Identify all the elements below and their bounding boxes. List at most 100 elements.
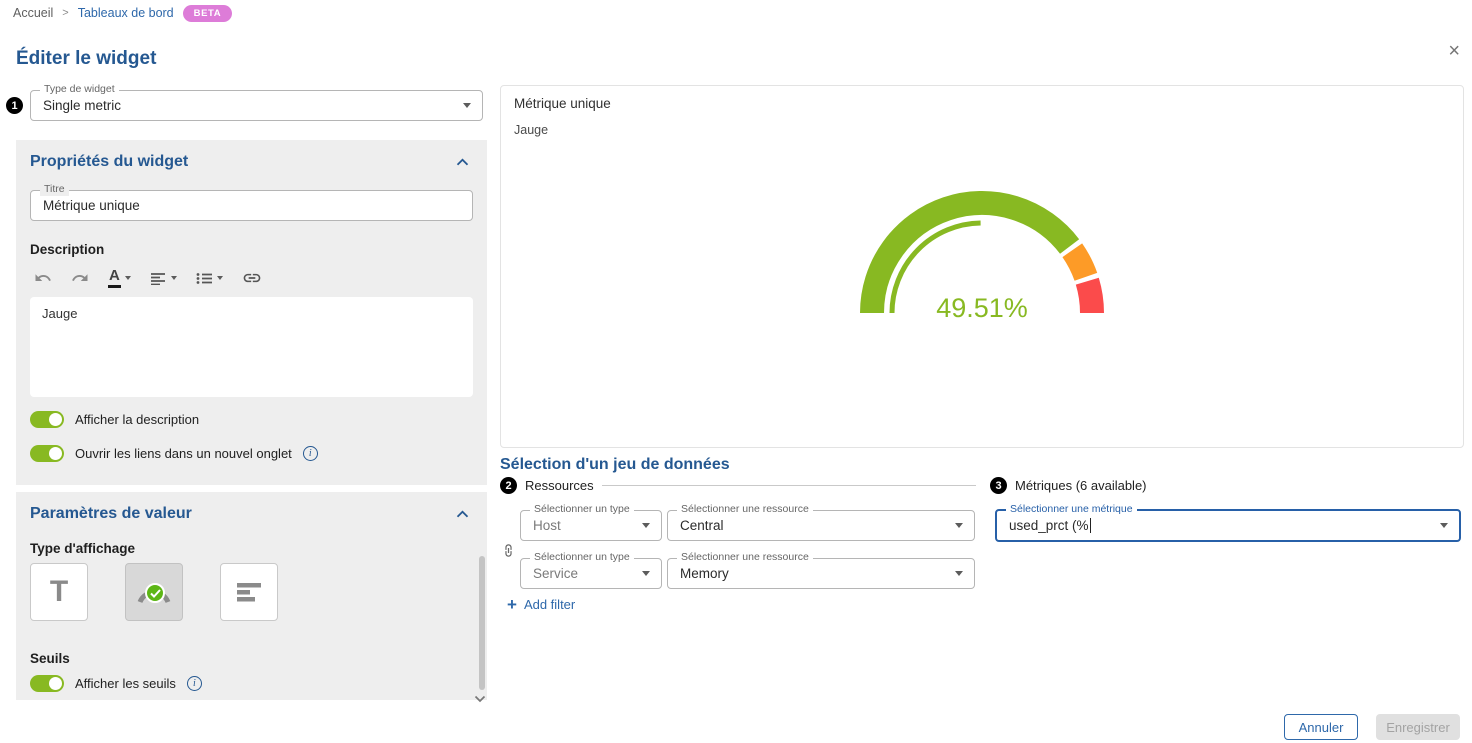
text-cursor — [1090, 518, 1092, 533]
show-description-row: Afficher la description — [30, 411, 473, 428]
info-icon[interactable]: i — [187, 676, 202, 691]
info-icon[interactable]: i — [303, 446, 318, 461]
breadcrumb: Accueil > Tableaux de bord BETA — [0, 0, 1472, 26]
chevron-down-icon — [955, 571, 963, 576]
metric-select-value: used_prct (% — [997, 518, 1440, 534]
close-icon[interactable]: × — [1448, 41, 1460, 61]
selected-check-icon — [145, 583, 165, 603]
chevron-down-icon — [955, 523, 963, 528]
breadcrumb-dashboards-link[interactable]: Tableaux de bord — [78, 6, 174, 20]
scrollbar-thumb[interactable] — [479, 556, 485, 690]
chevron-up-icon — [456, 158, 469, 166]
resource-type-label-1: Sélectionner un type — [530, 504, 634, 516]
save-button[interactable]: Enregistrer — [1376, 714, 1460, 740]
open-links-toggle[interactable] — [30, 445, 64, 462]
properties-section-title: Propriétés du widget — [30, 153, 188, 171]
resources-label: Ressources — [525, 478, 594, 493]
gauge-zone-critical — [1087, 281, 1092, 313]
scroll-down-icon[interactable] — [474, 690, 486, 708]
value-settings-section-head: Paramètres de valeur — [30, 504, 473, 524]
preview-subtitle: Jauge — [514, 123, 548, 137]
add-filter-button[interactable]: + Add filter — [507, 596, 575, 613]
resource-type-select-2[interactable]: Sélectionner un type Service — [520, 558, 662, 589]
beta-badge: BETA — [183, 5, 233, 22]
title-input-value: Métrique unique — [31, 198, 140, 213]
title-input[interactable]: Titre Métrique unique — [30, 190, 473, 221]
align-button[interactable] — [150, 272, 177, 285]
link-icon — [242, 268, 262, 288]
resource-type-select-1[interactable]: Sélectionner un type Host — [520, 510, 662, 541]
description-label: Description — [30, 242, 473, 257]
resource-type-value-1: Host — [521, 518, 642, 533]
redo-button[interactable] — [71, 269, 89, 287]
step-3-badge: 3 — [990, 477, 1007, 494]
metrics-label: Métriques (6 available) — [1015, 478, 1147, 493]
chevron-down-icon — [217, 276, 223, 280]
show-thresholds-row: Afficher les seuils i — [30, 675, 473, 692]
chevron-down-icon — [642, 571, 650, 576]
metric-select-label: Sélectionner une métrique — [1006, 504, 1137, 516]
open-links-label: Ouvrir les liens dans un nouvel onglet — [75, 446, 292, 461]
link-button[interactable] — [242, 268, 262, 288]
gauge-value-text: 49.51% — [936, 293, 1028, 323]
display-type-gauge-button[interactable] — [125, 563, 183, 621]
dataset-section-title: Sélection d'un jeu de données — [500, 456, 730, 474]
chevron-down-icon — [642, 523, 650, 528]
resource-value-2: Memory — [668, 566, 955, 581]
display-type-text-button[interactable]: T — [30, 563, 88, 621]
widget-type-value: Single metric — [31, 98, 463, 113]
show-thresholds-toggle[interactable] — [30, 675, 64, 692]
chevron-down-icon — [125, 276, 131, 280]
open-links-row: Ouvrir les liens dans un nouvel onglet i — [30, 445, 473, 462]
metrics-subhead: 3 Métriques (6 available) — [990, 477, 1147, 494]
display-type-bar-button[interactable] — [220, 563, 278, 621]
value-settings-panel: Paramètres de valeur Type d'affichage T — [16, 492, 487, 700]
collapse-value-settings-button[interactable] — [452, 503, 473, 525]
page-title: Éditer le widget — [16, 48, 156, 70]
align-left-icon — [150, 272, 167, 285]
undo-button[interactable] — [34, 269, 52, 287]
rows-link-icon — [501, 543, 516, 563]
text-color-icon: A — [108, 268, 121, 288]
breadcrumb-home-link[interactable]: Accueil — [13, 6, 53, 20]
resources-subhead: 2 Ressources — [500, 477, 976, 494]
chevron-down-icon — [1440, 523, 1448, 528]
resource-value-1: Central — [668, 518, 955, 533]
rich-text-toolbar: A — [30, 264, 473, 292]
bulleted-list-icon — [196, 272, 213, 285]
description-editor[interactable]: Jauge — [30, 297, 473, 397]
collapse-properties-button[interactable] — [452, 151, 473, 173]
step-2-badge: 2 — [500, 477, 517, 494]
resource-label-1: Sélectionner une ressource — [677, 504, 813, 516]
widget-properties-panel: Propriétés du widget Titre Métrique uniq… — [16, 140, 487, 485]
show-description-label: Afficher la description — [75, 412, 199, 427]
gauge-zone-warning — [1072, 250, 1086, 277]
widget-preview: Métrique unique Jauge 49.51% — [500, 85, 1464, 448]
divider — [602, 485, 976, 486]
add-filter-label: Add filter — [524, 597, 575, 612]
properties-section-head: Propriétés du widget — [30, 152, 473, 172]
step-1-badge: 1 — [6, 97, 23, 114]
resource-type-value-2: Service — [521, 566, 642, 581]
widget-type-label: Type de widget — [40, 84, 119, 96]
plus-icon: + — [507, 596, 517, 613]
breadcrumb-separator: > — [62, 7, 68, 19]
resource-select-1[interactable]: Sélectionner une ressource Central — [667, 510, 975, 541]
list-button[interactable] — [196, 272, 223, 285]
preview-title: Métrique unique — [514, 96, 611, 111]
text-color-button[interactable]: A — [108, 268, 131, 288]
show-description-toggle[interactable] — [30, 411, 64, 428]
value-settings-section-title: Paramètres de valeur — [30, 505, 192, 523]
bar-display-icon — [236, 581, 262, 603]
display-type-label: Type d'affichage — [30, 541, 473, 556]
chevron-down-icon — [463, 103, 471, 108]
cancel-button[interactable]: Annuler — [1284, 714, 1358, 740]
title-input-label: Titre — [40, 184, 69, 196]
undo-icon — [34, 269, 52, 287]
resource-label-2: Sélectionner une ressource — [677, 552, 813, 564]
metric-select[interactable]: Sélectionner une métrique used_prct (% — [995, 509, 1461, 542]
display-type-options: T — [30, 563, 473, 621]
resource-select-2[interactable]: Sélectionner une ressource Memory — [667, 558, 975, 589]
widget-type-select[interactable]: Type de widget Single metric — [30, 90, 483, 121]
chevron-up-icon — [456, 510, 469, 518]
